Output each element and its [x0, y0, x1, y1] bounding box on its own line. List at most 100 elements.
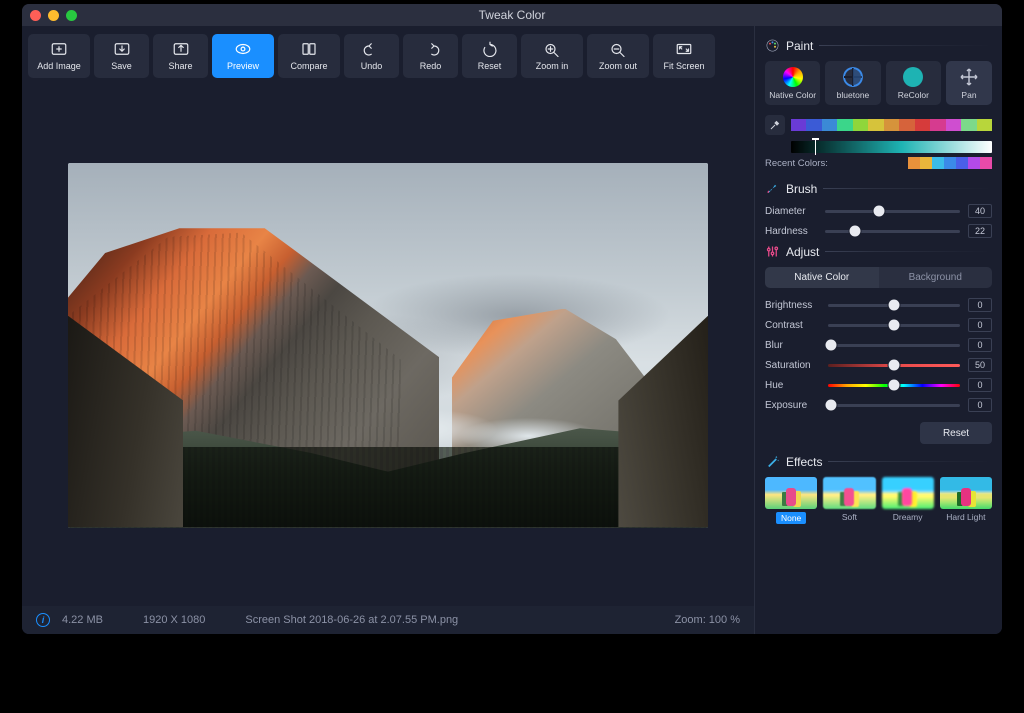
toolbar-zoom-out-button[interactable]: Zoom out — [587, 34, 649, 78]
diameter-label: Diameter — [765, 206, 817, 217]
brightness-label: Brightness — [765, 300, 820, 311]
info-icon[interactable]: i — [36, 613, 50, 627]
effect-none[interactable]: None — [765, 477, 817, 524]
palette-swatch[interactable] — [868, 119, 883, 131]
save-icon — [113, 41, 131, 57]
recent-swatch[interactable] — [944, 157, 956, 169]
blur-label: Blur — [765, 340, 820, 351]
tab-native-color[interactable]: Native Color — [765, 267, 879, 288]
effect-thumb — [940, 477, 992, 509]
blur-slider[interactable] — [828, 344, 960, 347]
effect-thumb — [823, 477, 875, 509]
mode-pan[interactable]: Pan — [946, 61, 992, 105]
toolbar-compare-button[interactable]: Compare — [278, 34, 340, 78]
hue-value: 0 — [968, 378, 992, 392]
palette-swatch[interactable] — [977, 119, 992, 131]
toolbar-share-button[interactable]: Share — [153, 34, 208, 78]
toolbar-save-button[interactable]: Save — [94, 34, 149, 78]
paint-palette-icon — [765, 38, 780, 53]
canvas-area — [22, 84, 754, 606]
blur-value: 0 — [968, 338, 992, 352]
recent-swatch[interactable] — [908, 157, 920, 169]
effects-row: NoneSoftDreamyHard Light — [765, 477, 992, 524]
brightness-slider[interactable] — [828, 304, 960, 307]
recent-swatch[interactable] — [956, 157, 968, 169]
eyedropper-icon — [769, 119, 781, 131]
fit-screen-icon — [675, 41, 693, 57]
preview-icon — [234, 41, 252, 57]
diameter-slider[interactable] — [825, 210, 960, 213]
side-panel: Paint Native Color bluetone ReColor — [754, 26, 1002, 634]
effect-soft[interactable]: Soft — [823, 477, 875, 524]
paint-header: Paint — [765, 38, 992, 53]
effect-thumb — [765, 477, 817, 509]
shade-gradient-slider[interactable] — [791, 141, 992, 153]
color-wheel-icon — [783, 67, 803, 87]
toolbar-preview-button[interactable]: Preview — [212, 34, 274, 78]
recent-colors-label: Recent Colors: — [765, 158, 828, 169]
hardness-slider[interactable] — [825, 230, 960, 233]
share-icon — [172, 41, 190, 57]
status-filename: Screen Shot 2018-06-26 at 2.07.55 PM.png — [245, 614, 458, 626]
mode-native-color[interactable]: Native Color — [765, 61, 820, 105]
palette-swatch[interactable] — [899, 119, 914, 131]
recolor-swatch-icon — [903, 67, 923, 87]
tab-background[interactable]: Background — [879, 267, 993, 288]
recent-colors[interactable] — [908, 157, 992, 169]
hardness-value: 22 — [968, 224, 992, 238]
adjust-title: Adjust — [786, 245, 819, 259]
exposure-label: Exposure — [765, 400, 820, 411]
effect-hard-light[interactable]: Hard Light — [940, 477, 992, 524]
brush-title: Brush — [786, 182, 817, 196]
zoom-out-icon — [609, 41, 627, 57]
palette-swatch[interactable] — [806, 119, 821, 131]
palette-swatch[interactable] — [961, 119, 976, 131]
color-palette[interactable] — [791, 119, 992, 131]
image-canvas[interactable] — [68, 163, 708, 528]
saturation-label: Saturation — [765, 360, 820, 371]
brightness-value: 0 — [968, 298, 992, 312]
hue-label: Hue — [765, 380, 820, 391]
toolbar-fit-screen-button[interactable]: Fit Screen — [653, 34, 715, 78]
palette-swatch[interactable] — [853, 119, 868, 131]
gradient-cursor[interactable] — [815, 139, 816, 155]
palette-swatch[interactable] — [822, 119, 837, 131]
mode-bluetone[interactable]: bluetone — [825, 61, 880, 105]
toolbar-reset-button[interactable]: Reset — [462, 34, 517, 78]
palette-swatch[interactable] — [837, 119, 852, 131]
exposure-value: 0 — [968, 398, 992, 412]
exposure-slider[interactable] — [828, 404, 960, 407]
diameter-value: 40 — [968, 204, 992, 218]
toolbar-redo-button[interactable]: Redo — [403, 34, 458, 78]
main-pane: Add ImageSaveSharePreviewCompareUndoRedo… — [22, 26, 754, 634]
palette-swatch[interactable] — [930, 119, 945, 131]
adjust-reset-button[interactable]: Reset — [920, 422, 992, 444]
palette-swatch[interactable] — [791, 119, 806, 131]
paint-title: Paint — [786, 39, 813, 53]
contrast-slider[interactable] — [828, 324, 960, 327]
palette-swatch[interactable] — [884, 119, 899, 131]
recent-swatch[interactable] — [980, 157, 992, 169]
zoom-in-icon — [543, 41, 561, 57]
toolbar-zoom-in-button[interactable]: Zoom in — [521, 34, 583, 78]
reset-icon — [481, 41, 499, 57]
recent-swatch[interactable] — [920, 157, 932, 169]
adjust-header: Adjust — [765, 244, 992, 259]
recent-swatch[interactable] — [968, 157, 980, 169]
mode-recolor[interactable]: ReColor — [886, 61, 941, 105]
eyedropper-button[interactable] — [765, 115, 785, 135]
undo-icon — [363, 41, 381, 57]
hardness-label: Hardness — [765, 226, 817, 237]
hue-slider[interactable] — [828, 384, 960, 387]
palette-swatch[interactable] — [915, 119, 930, 131]
saturation-slider[interactable] — [828, 364, 960, 367]
palette-swatch[interactable] — [946, 119, 961, 131]
status-dimensions: 1920 X 1080 — [143, 614, 205, 626]
window-title: Tweak Color — [22, 8, 1002, 22]
recent-swatch[interactable] — [932, 157, 944, 169]
status-zoom: Zoom: 100 % — [675, 614, 740, 626]
contrast-value: 0 — [968, 318, 992, 332]
effect-dreamy[interactable]: Dreamy — [882, 477, 934, 524]
toolbar-add-image-button[interactable]: Add Image — [28, 34, 90, 78]
toolbar-undo-button[interactable]: Undo — [344, 34, 399, 78]
